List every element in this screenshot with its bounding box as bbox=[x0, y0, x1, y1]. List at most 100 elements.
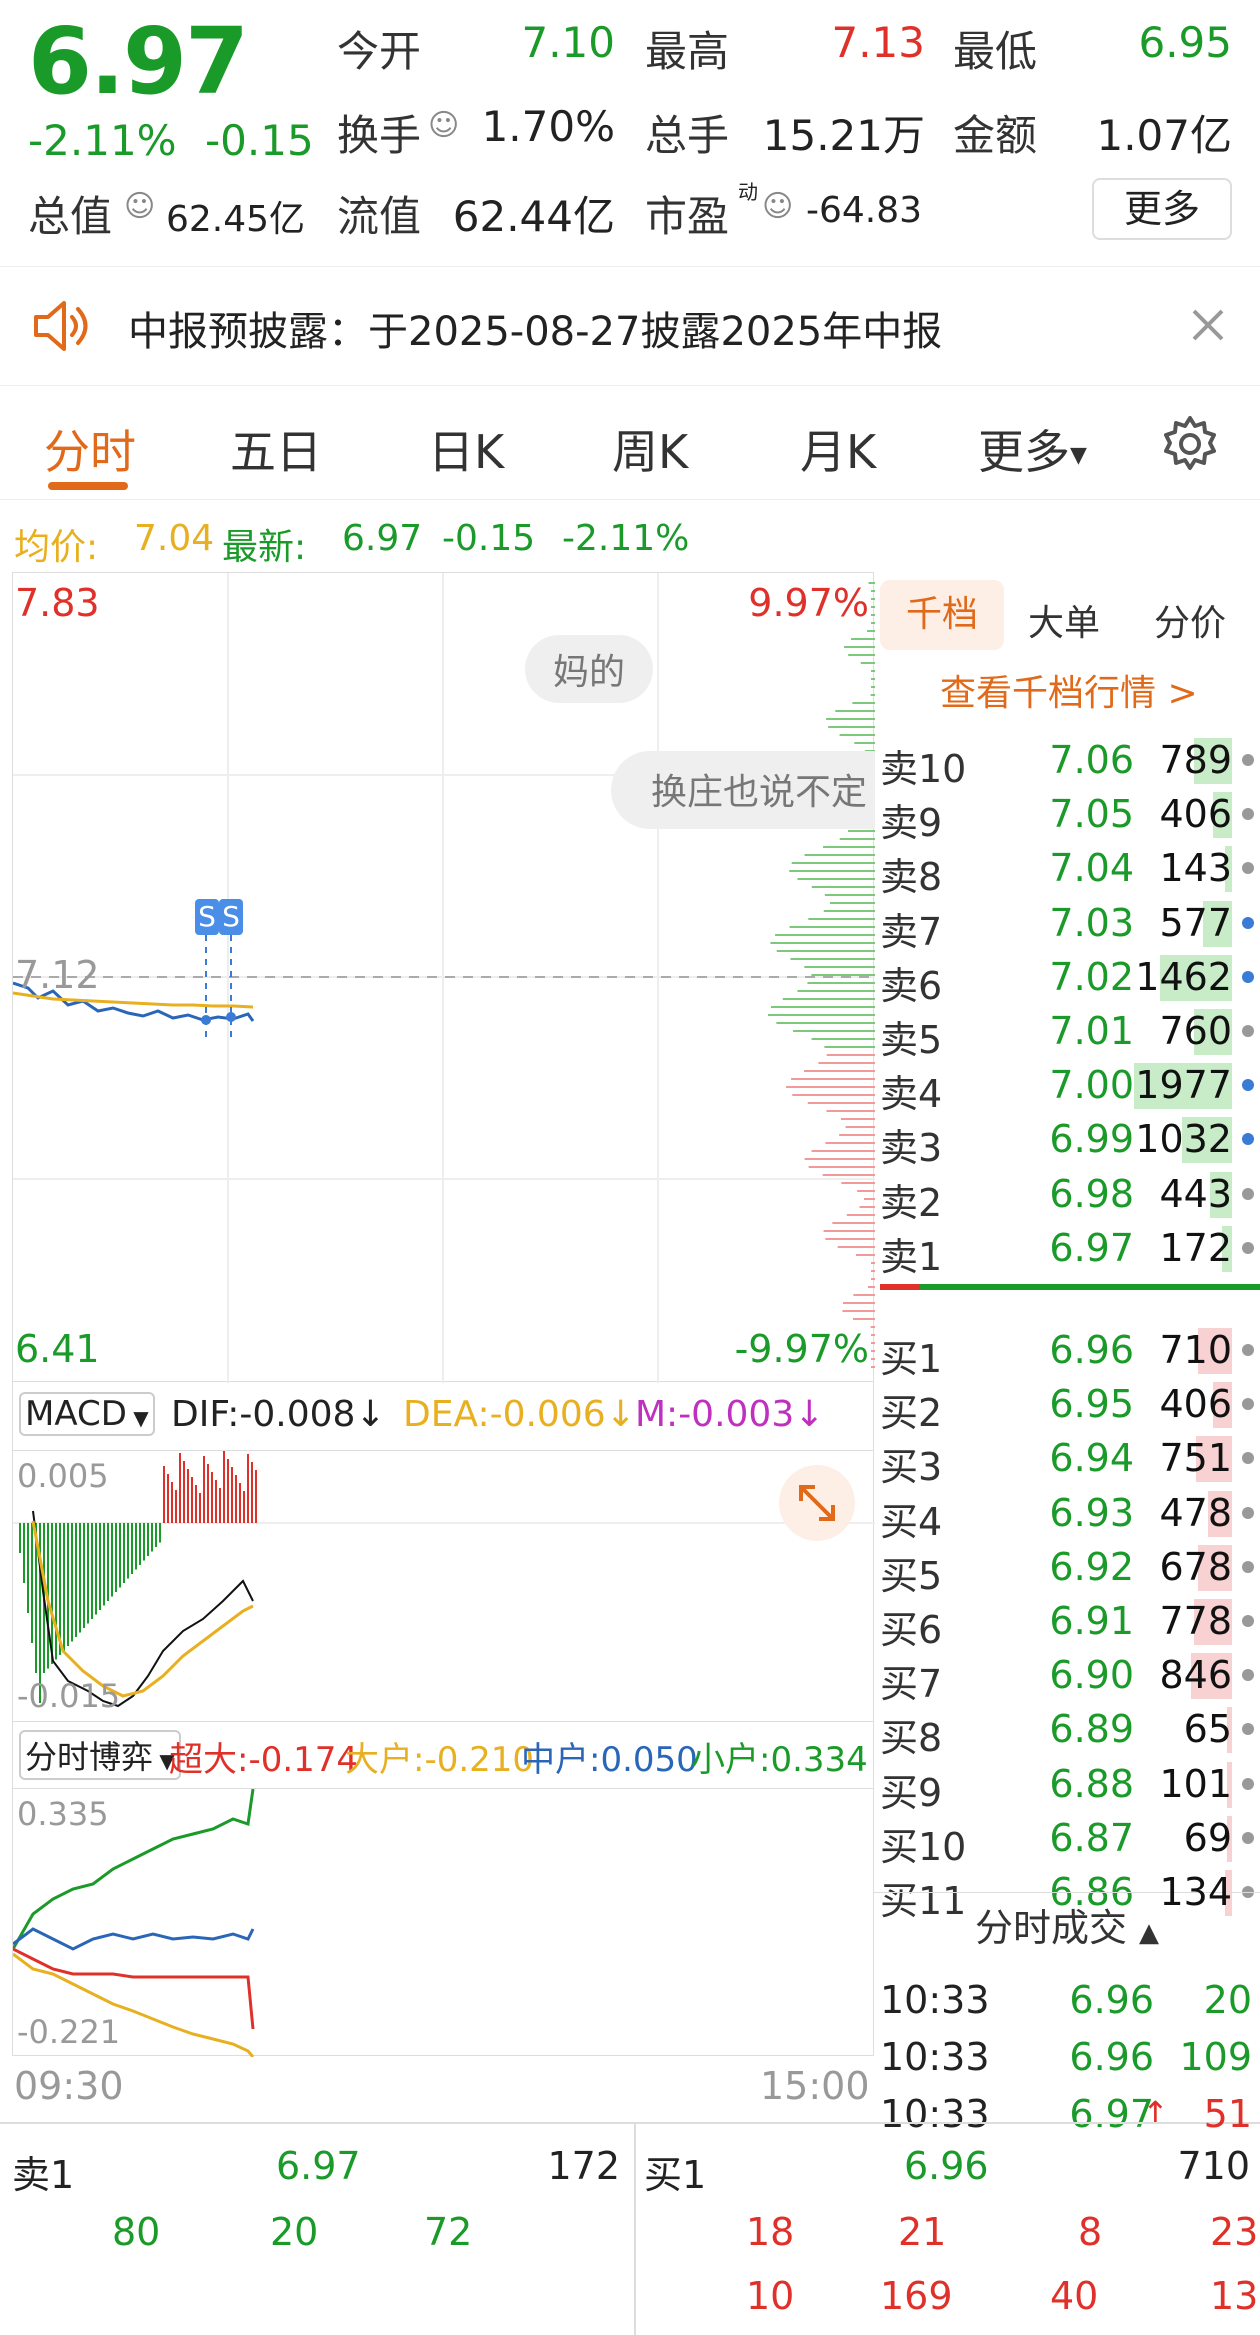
info-icon[interactable]: ☺ bbox=[124, 189, 155, 224]
ask-row[interactable]: 卖6 7.02 1462 bbox=[874, 951, 1260, 1008]
bid-level: 买7 bbox=[880, 1662, 943, 1707]
bottom-sell-vol: 172 bbox=[547, 2144, 620, 2188]
ask-level: 卖8 bbox=[880, 855, 943, 900]
macd-bar bbox=[187, 1469, 189, 1523]
turnover-value: 1.70% bbox=[481, 102, 615, 151]
bid-row[interactable]: 买4 6.93 478 bbox=[874, 1487, 1260, 1544]
pct-axis-top: 9.97% bbox=[748, 581, 869, 625]
bid-row[interactable]: 买9 6.88 101 bbox=[874, 1758, 1260, 1815]
bottom-buy-tick: 13 bbox=[1210, 2274, 1259, 2318]
pe-label: 市盈 bbox=[645, 192, 730, 241]
float-cap-label: 流值 bbox=[337, 192, 422, 241]
ask-row[interactable]: 卖3 6.99 1032 bbox=[874, 1113, 1260, 1170]
flow-selector[interactable]: 分时博弈 ▼ bbox=[19, 1730, 181, 1780]
order-dot-icon bbox=[1242, 1777, 1254, 1790]
bid-volume: 751 bbox=[1159, 1436, 1232, 1481]
expand-button[interactable] bbox=[779, 1465, 855, 1541]
bid-row[interactable]: 买2 6.95 406 bbox=[874, 1378, 1260, 1435]
intraday-chart-svg bbox=[13, 573, 875, 1383]
book-tab-depth[interactable]: 千档 bbox=[880, 580, 1004, 650]
bid-price: 6.92 bbox=[1049, 1544, 1134, 1589]
ask-row[interactable]: 卖5 7.01 760 bbox=[874, 1005, 1260, 1062]
expand-icon bbox=[799, 1485, 835, 1521]
tab-weekly-k[interactable]: 周K bbox=[612, 416, 688, 482]
more-button[interactable]: 更多 bbox=[1092, 178, 1232, 240]
tab-more[interactable]: 更多▼ bbox=[978, 416, 1087, 482]
bottom-buy-tick: 23 bbox=[1210, 2210, 1259, 2254]
macd-selector[interactable]: MACD ▼ bbox=[19, 1392, 155, 1436]
macd-bar bbox=[251, 1462, 253, 1523]
y-axis-top: 7.83 bbox=[15, 581, 100, 625]
chart-tabs: 分时 五日 日K 周K 月K 更多▼ bbox=[0, 386, 1260, 500]
intraday-chart[interactable]: S S 7.83 9.97% 7.12 6.41 -9.97% 妈的 换庄也说不… bbox=[12, 572, 875, 1383]
order-dot-icon bbox=[1242, 916, 1254, 929]
bid-row[interactable]: 买1 6.96 710 bbox=[874, 1324, 1260, 1381]
ask-row[interactable]: 卖7 7.03 577 bbox=[874, 897, 1260, 954]
notice-bar[interactable]: 中报预披露：于2025-08-27披露2025年中报 bbox=[0, 266, 1260, 386]
bid-level: 买2 bbox=[880, 1391, 943, 1436]
time-start: 09:30 bbox=[14, 2064, 124, 2108]
signal-marker[interactable]: S bbox=[195, 899, 219, 935]
bottom-buy-tick: 10 bbox=[746, 2274, 795, 2318]
ask-row[interactable]: 卖4 7.00 1977 bbox=[874, 1059, 1260, 1116]
macd-dea: DEA:-0.006↓ bbox=[403, 1394, 636, 1435]
ask-row[interactable]: 卖1 6.97 172 bbox=[874, 1222, 1260, 1279]
last-price: 6.97 bbox=[28, 8, 249, 115]
macd-bar bbox=[27, 1523, 29, 1613]
flow-chart[interactable]: 0.335 -0.221 bbox=[12, 1788, 874, 2057]
open-value: 7.10 bbox=[521, 18, 615, 67]
gear-icon[interactable] bbox=[1160, 414, 1220, 474]
tab-daily-k[interactable]: 日K bbox=[428, 416, 504, 482]
bid-row[interactable]: 买6 6.91 778 bbox=[874, 1595, 1260, 1652]
ask-price: 7.04 bbox=[1049, 846, 1134, 891]
volume-profile bbox=[768, 582, 875, 1368]
pe-dynamic-sup: 动 bbox=[738, 180, 758, 204]
bid-level: 买5 bbox=[880, 1553, 943, 1598]
quote-header: 6.97 -2.11% -0.15 今开 7.10 最高 7.13 最低 6.9… bbox=[0, 0, 1260, 265]
time-end: 15:00 bbox=[760, 2064, 870, 2108]
bid-row[interactable]: 买8 6.89 65 bbox=[874, 1703, 1260, 1760]
ask-volume: 1032 bbox=[1135, 1117, 1232, 1162]
amount-label: 金额 bbox=[953, 111, 1038, 160]
bid-price: 6.88 bbox=[1049, 1761, 1134, 1806]
change-value: -0.15 bbox=[205, 116, 314, 165]
mid-flow-line bbox=[13, 1927, 255, 1951]
bottom-sell-tick: 20 bbox=[270, 2210, 319, 2254]
book-tab-large[interactable]: 大单 bbox=[1028, 594, 1100, 646]
bid-level: 买4 bbox=[880, 1499, 943, 1544]
ask-row[interactable]: 卖8 7.04 143 bbox=[874, 842, 1260, 899]
bid-row[interactable]: 买5 6.92 678 bbox=[874, 1541, 1260, 1598]
tab-five-day[interactable]: 五日 bbox=[230, 416, 322, 482]
order-dot-icon bbox=[1242, 1723, 1254, 1736]
speaker-icon bbox=[34, 301, 88, 351]
bottom-sell-tick: 72 bbox=[424, 2210, 473, 2254]
ask-row[interactable]: 卖10 7.06 789 bbox=[874, 734, 1260, 791]
ask-volume: 172 bbox=[1159, 1225, 1232, 1270]
y-axis-bottom: 6.41 bbox=[15, 1327, 100, 1371]
info-icon[interactable]: ☺ bbox=[762, 189, 793, 224]
info-icon[interactable]: ☺ bbox=[428, 108, 459, 143]
order-dot-icon bbox=[1242, 1241, 1254, 1254]
order-dot-icon bbox=[1242, 1133, 1254, 1146]
depth-link[interactable]: 查看千档行情 > bbox=[940, 664, 1198, 716]
close-icon[interactable] bbox=[1188, 305, 1228, 345]
turnover-label: 换手 bbox=[337, 111, 422, 160]
flow-header: 分时博弈 ▼ 超大:-0.174 大户:-0.210 中户:0.050 小户:0… bbox=[12, 1722, 874, 1788]
macd-chart[interactable]: 0.005 -0.015 bbox=[12, 1450, 875, 1722]
ask-row[interactable]: 卖9 7.05 406 bbox=[874, 788, 1260, 845]
macd-bar bbox=[111, 1523, 113, 1597]
ask-row[interactable]: 卖2 6.98 443 bbox=[874, 1168, 1260, 1225]
book-tab-price[interactable]: 分价 bbox=[1154, 594, 1226, 646]
bid-row[interactable]: 买7 6.90 846 bbox=[874, 1649, 1260, 1706]
caret-down-icon: ▼ bbox=[1070, 443, 1087, 468]
bid-row[interactable]: 买10 6.87 69 bbox=[874, 1812, 1260, 1869]
bid-volume: 69 bbox=[1183, 1815, 1232, 1860]
macd-label: MACD bbox=[25, 1394, 127, 1434]
tab-intraday[interactable]: 分时 bbox=[44, 416, 136, 482]
market-cap-label: 总值 bbox=[28, 192, 113, 241]
signal-marker[interactable]: S bbox=[219, 899, 243, 935]
tab-monthly-k[interactable]: 月K bbox=[800, 416, 876, 482]
bid-row[interactable]: 买3 6.94 751 bbox=[874, 1432, 1260, 1489]
bottom-sell-tick: 80 bbox=[112, 2210, 161, 2254]
avg-value: 7.04 bbox=[134, 518, 215, 559]
